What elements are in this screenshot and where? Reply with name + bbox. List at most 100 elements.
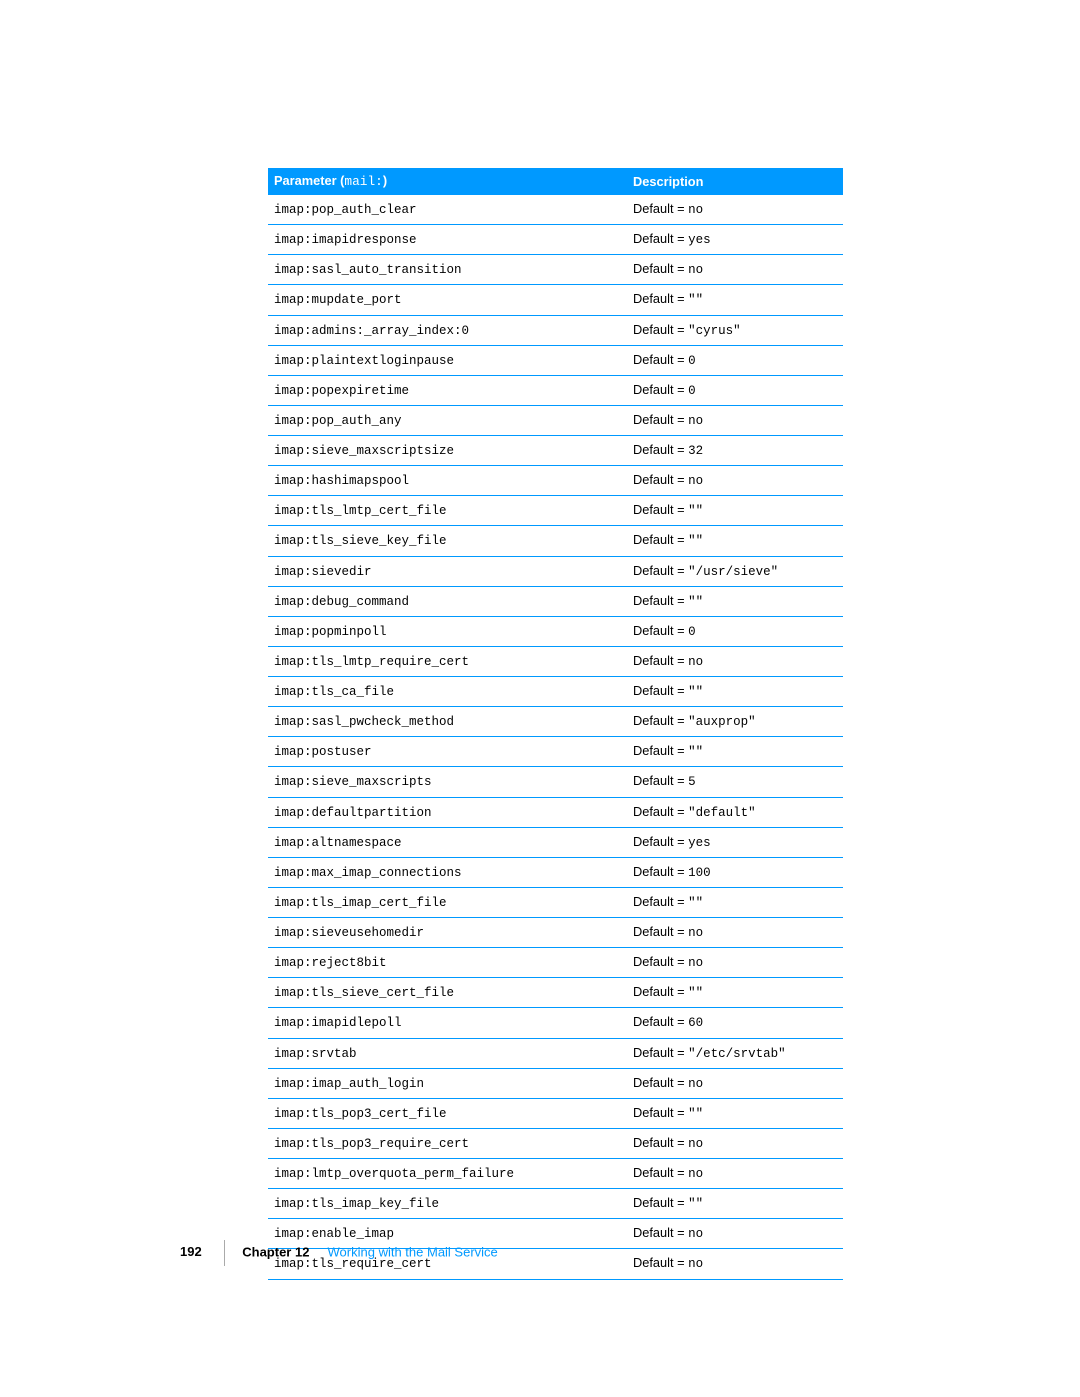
param-name: imap:imapidlepoll (274, 1016, 402, 1030)
table-row: imap:mupdate_port Default = "" (268, 285, 843, 315)
table-row: imap:tls_imap_cert_fileDefault = "" (268, 887, 843, 917)
desc-cell: Default = "" (627, 978, 843, 1008)
desc-cell: Default = no (627, 405, 843, 435)
param-cell: imap:sievedir (268, 556, 627, 586)
default-prefix: Default = (633, 261, 688, 276)
table-row: imap:postuserDefault = "" (268, 737, 843, 767)
param-cell: imap:srvtab (268, 1038, 627, 1068)
param-cell: imap:tls_sieve_cert_file (268, 978, 627, 1008)
param-name: imap:sasl_auto_transition (274, 263, 462, 277)
default-value: no (688, 474, 703, 488)
desc-cell: Default = "default" (627, 797, 843, 827)
param-name: imap:hashimapspool (274, 474, 409, 488)
table-row: imap:tls_ca_fileDefault = "" (268, 677, 843, 707)
default-value: "" (688, 745, 703, 759)
param-cell: imap:defaultpartition (268, 797, 627, 827)
desc-cell: Default = "" (627, 586, 843, 616)
desc-cell: Default = "" (627, 1189, 843, 1219)
default-value: no (688, 655, 703, 669)
param-name: imap:sievedir (274, 565, 372, 579)
default-value: "" (688, 896, 703, 910)
default-value: "" (688, 293, 703, 307)
param-cell: imap:tls_imap_key_file (268, 1189, 627, 1219)
default-prefix: Default = (633, 773, 688, 788)
chapter-title: Working with the Mail Service (328, 1244, 498, 1259)
param-cell: imap:tls_pop3_cert_file (268, 1098, 627, 1128)
default-value: no (688, 926, 703, 940)
table-row: imap:sasl_pwcheck_methodDefault = "auxpr… (268, 707, 843, 737)
desc-cell: Default = no (627, 255, 843, 285)
desc-cell: Default = no (627, 918, 843, 948)
param-name: imap:tls_sieve_key_file (274, 534, 447, 548)
default-prefix: Default = (633, 201, 688, 216)
desc-cell: Default = 0 (627, 345, 843, 375)
param-cell: imap:imapidlepoll (268, 1008, 627, 1038)
param-cell: imap:plaintextloginpause (268, 345, 627, 375)
desc-cell: Default = "" (627, 285, 843, 315)
param-name: imap:postuser (274, 745, 372, 759)
default-prefix: Default = (633, 502, 688, 517)
default-prefix: Default = (633, 382, 688, 397)
param-cell: imap:pop_auth_clear (268, 195, 627, 225)
param-cell: imap:pop_auth_any (268, 405, 627, 435)
param-cell: imap:popexpiretime (268, 375, 627, 405)
param-name: imap:admins:_array_index:0 (274, 324, 469, 338)
param-cell: imap:sieveusehomedir (268, 918, 627, 948)
chapter-label: Chapter 12 (242, 1244, 309, 1259)
param-cell: imap:max_imap_connections (268, 857, 627, 887)
default-value: "" (688, 534, 703, 548)
default-prefix: Default = (633, 653, 688, 668)
default-value: "" (688, 1107, 703, 1121)
default-value: "/usr/sieve" (688, 565, 778, 579)
default-value: "cyrus" (688, 324, 741, 338)
header-param-close: ) (383, 173, 387, 188)
default-value: 100 (688, 866, 711, 880)
default-prefix: Default = (633, 1165, 688, 1180)
desc-cell: Default = yes (627, 827, 843, 857)
table-row: imap:defaultpartition Default = "default" (268, 797, 843, 827)
table-row: imap:sieve_maxscriptsizeDefault = 32 (268, 436, 843, 466)
table-row: imap:debug_commandDefault = "" (268, 586, 843, 616)
table-row: imap:plaintextloginpauseDefault = 0 (268, 345, 843, 375)
desc-cell: Default = "" (627, 1098, 843, 1128)
desc-cell: Default = 0 (627, 616, 843, 646)
param-name: imap:mupdate_port (274, 293, 402, 307)
default-value: yes (688, 233, 711, 247)
table-row: imap:tls_pop3_require_certDefault = no (268, 1128, 843, 1158)
desc-cell: Default = "cyrus" (627, 315, 843, 345)
table-row: imap:lmtp_overquota_perm_failureDefault … (268, 1159, 843, 1189)
param-name: imap:tls_pop3_cert_file (274, 1107, 447, 1121)
default-prefix: Default = (633, 472, 688, 487)
default-prefix: Default = (633, 593, 688, 608)
param-name: imap:max_imap_connections (274, 866, 462, 880)
param-cell: imap:tls_lmtp_require_cert (268, 646, 627, 676)
table-row: imap:pop_auth_anyDefault = no (268, 405, 843, 435)
param-name: imap:tls_ca_file (274, 685, 394, 699)
table-header-row: Parameter (mail:) Description (268, 168, 843, 195)
default-prefix: Default = (633, 1135, 688, 1150)
default-value: no (688, 203, 703, 217)
param-cell: imap:sieve_maxscriptsize (268, 436, 627, 466)
default-prefix: Default = (633, 352, 688, 367)
default-value: "" (688, 595, 703, 609)
default-prefix: Default = (633, 683, 688, 698)
default-prefix: Default = (633, 713, 688, 728)
table-row: imap:sasl_auto_transition Default = no (268, 255, 843, 285)
param-name: imap:tls_pop3_require_cert (274, 1137, 469, 1151)
default-value: "/etc/srvtab" (688, 1047, 786, 1061)
table-row: imap:altnamespaceDefault = yes (268, 827, 843, 857)
desc-cell: Default = "" (627, 526, 843, 556)
table-row: imap:max_imap_connectionsDefault = 100 (268, 857, 843, 887)
table-row: imap:imapidresponseDefault = yes (268, 225, 843, 255)
default-prefix: Default = (633, 322, 688, 337)
param-name: imap:defaultpartition (274, 806, 432, 820)
default-prefix: Default = (633, 442, 688, 457)
table-row: imap:popminpollDefault = 0 (268, 616, 843, 646)
table-row: imap:tls_pop3_cert_file Default = "" (268, 1098, 843, 1128)
param-cell: imap:tls_lmtp_cert_file (268, 496, 627, 526)
param-cell: imap:debug_command (268, 586, 627, 616)
desc-cell: Default = 32 (627, 436, 843, 466)
table-row: imap:hashimapspool Default = no (268, 466, 843, 496)
param-cell: imap:hashimapspool (268, 466, 627, 496)
table-body: imap:pop_auth_clearDefault = noimap:imap… (268, 195, 843, 1280)
